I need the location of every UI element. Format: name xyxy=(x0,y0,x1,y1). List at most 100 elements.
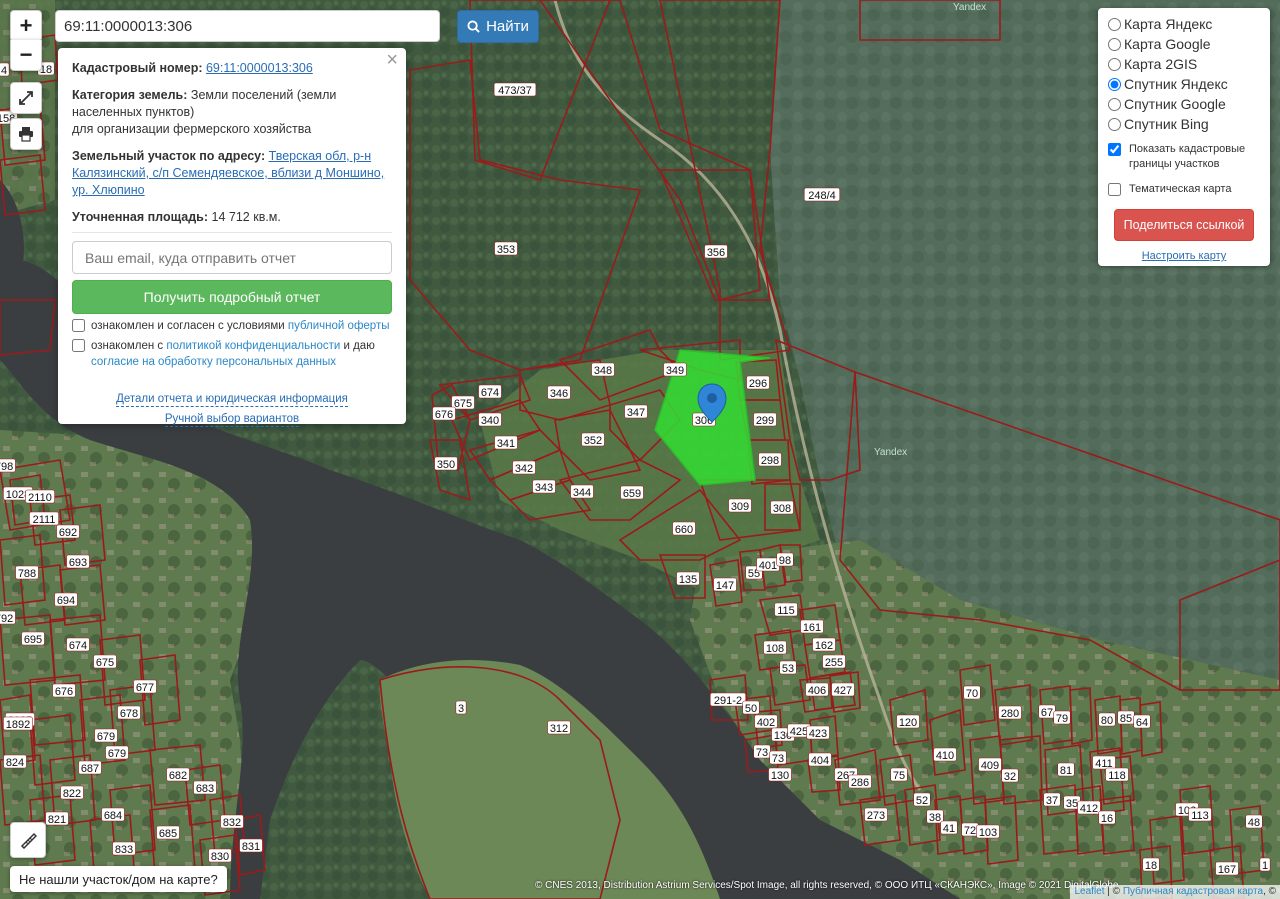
plot-label: 409 xyxy=(978,757,1002,772)
plot-label: 346 xyxy=(547,385,571,400)
basemap-radio[interactable] xyxy=(1108,37,1121,51)
attribution: Leaflet | © Публичная кадастровая карта,… xyxy=(1070,885,1280,899)
plot-label-text: 75 xyxy=(893,770,905,782)
plot-label: 343 xyxy=(532,479,556,494)
plot-label-text: 135 xyxy=(679,574,697,586)
basemap-option[interactable]: Спутник Bing xyxy=(1106,114,1262,134)
offer-link[interactable]: публичной оферты xyxy=(288,320,390,332)
fullscreen-button[interactable] xyxy=(10,82,42,114)
zoom-in-button[interactable]: + xyxy=(10,10,42,42)
plot-label-text: 675 xyxy=(454,398,472,410)
zoom-out-button[interactable]: − xyxy=(10,40,42,71)
basemap-option[interactable]: Спутник Google xyxy=(1106,94,1262,114)
plot-label-text: 72 xyxy=(964,825,976,837)
plot-label: 50 xyxy=(742,700,760,715)
show-borders-checkbox[interactable] xyxy=(1108,143,1121,156)
basemap-option[interactable]: Спутник Яндекс xyxy=(1106,74,1262,94)
plot-label: 412 xyxy=(1077,800,1101,815)
address-row: Земельный участок по адресу: Тверская об… xyxy=(72,148,392,199)
offer-checkbox[interactable] xyxy=(72,319,85,332)
basemap-radio[interactable] xyxy=(1108,57,1121,71)
get-report-button[interactable]: Получить подробный отчет xyxy=(72,280,392,314)
plot-label-text: 161 xyxy=(803,622,821,634)
basemap-radio[interactable] xyxy=(1108,97,1121,111)
plot-label: 298 xyxy=(758,452,782,467)
plot-label: 344 xyxy=(570,484,594,499)
plot-label-text: 830 xyxy=(211,851,229,863)
plot-label: 108 xyxy=(763,640,787,655)
plot-label-text: 299 xyxy=(756,415,774,427)
basemap-radio[interactable] xyxy=(1108,117,1121,131)
plot-label: 833 xyxy=(112,841,136,856)
basemap-option[interactable]: Карта 2GIS xyxy=(1106,54,1262,74)
search-button[interactable]: Найти xyxy=(457,10,539,43)
plot-label-text: 682 xyxy=(169,770,187,782)
plot-label-text: 162 xyxy=(815,640,833,652)
email-field[interactable] xyxy=(72,241,392,274)
privacy-link[interactable]: политикой конфиденциальности xyxy=(166,340,340,352)
plot-label-text: 788 xyxy=(18,568,36,580)
details-link[interactable]: Детали отчета и юридическая информация xyxy=(116,392,348,407)
plot-label: 347 xyxy=(624,404,648,419)
privacy-checkbox[interactable] xyxy=(72,339,85,352)
plot-label: 308 xyxy=(770,500,794,515)
cadastral-number-link[interactable]: 69:11:0000013:306 xyxy=(206,61,313,75)
manual-select-link[interactable]: Ручной выбор вариантов xyxy=(164,412,300,427)
basemap-option-label: Спутник Яндекс xyxy=(1124,76,1228,92)
plot-label-text: 291-2 xyxy=(714,695,742,707)
leaflet-link[interactable]: Leaflet xyxy=(1074,886,1104,897)
plot-label: 342 xyxy=(512,460,536,475)
print-button[interactable] xyxy=(10,118,42,150)
plot-label: 135 xyxy=(676,571,700,586)
show-borders-label: Показать кадастровые границы участков xyxy=(1129,143,1246,170)
plot-label-text: 695 xyxy=(24,634,42,646)
plot-label: 349 xyxy=(663,362,687,377)
plot-label: 4 xyxy=(0,62,10,77)
plot-label-text: 678 xyxy=(120,708,138,720)
plot-label-text: 18 xyxy=(1145,860,1157,872)
area-value: 14 712 кв.м. xyxy=(211,210,281,224)
search-input[interactable] xyxy=(55,10,440,42)
basemap-option-label: Карта 2GIS xyxy=(1124,56,1198,72)
plot-label-text: 98 xyxy=(779,555,791,567)
plot-label-text: 344 xyxy=(573,487,591,499)
map-watermark: Yandex xyxy=(874,447,908,458)
plot-label: 120 xyxy=(896,714,920,729)
plot-label: 48 xyxy=(1245,814,1263,829)
close-icon[interactable]: × xyxy=(386,50,398,70)
cadastral-label: Кадастровый номер: xyxy=(72,61,203,75)
thematic-checkbox[interactable] xyxy=(1108,183,1121,196)
configure-map-link[interactable]: Настроить карту xyxy=(1106,250,1262,262)
plot-label: 695 xyxy=(21,631,45,646)
attribution-tail: , © xyxy=(1263,886,1276,897)
basemap-option[interactable]: Карта Яндекс xyxy=(1106,14,1262,34)
plot-label: 831 xyxy=(239,838,263,853)
plot-label-text: 343 xyxy=(535,482,553,494)
measure-button[interactable] xyxy=(10,822,46,858)
plot-label: 350 xyxy=(434,456,458,471)
plot-label-text: 676 xyxy=(55,686,73,698)
basemap-radio[interactable] xyxy=(1108,17,1121,31)
basemap-option[interactable]: Карта Google xyxy=(1106,34,1262,54)
plot-label: 309 xyxy=(728,498,752,513)
plot-label: 248/4 xyxy=(803,187,841,202)
plot-label-text: 255 xyxy=(825,657,843,669)
plot-label-text: 798 xyxy=(0,461,13,473)
pkk-link[interactable]: Публичная кадастровая карта xyxy=(1123,886,1263,897)
plot-label-text: 792 xyxy=(0,613,13,625)
plot-label-text: 340 xyxy=(481,415,499,427)
plot-label-text: 824 xyxy=(6,757,24,769)
plot-label: 291-2 xyxy=(709,692,747,707)
plot-label: 1 xyxy=(1259,857,1271,872)
plot-label-text: 821 xyxy=(48,814,66,826)
plot-label: 788 xyxy=(15,565,39,580)
share-link-button[interactable]: Поделиться ссылкой xyxy=(1114,209,1254,241)
plot-label: 75 xyxy=(890,767,908,782)
plot-label: 32 xyxy=(1001,768,1019,783)
plot-label: 679 xyxy=(94,728,118,743)
plot-label: 130 xyxy=(768,767,792,782)
consent-link[interactable]: согласие на обработку персональных данны… xyxy=(91,356,336,368)
not-found-button[interactable]: Не нашли участок/дом на карте? xyxy=(10,866,227,892)
plot-label: 798 xyxy=(0,458,16,473)
basemap-radio[interactable] xyxy=(1108,77,1121,91)
